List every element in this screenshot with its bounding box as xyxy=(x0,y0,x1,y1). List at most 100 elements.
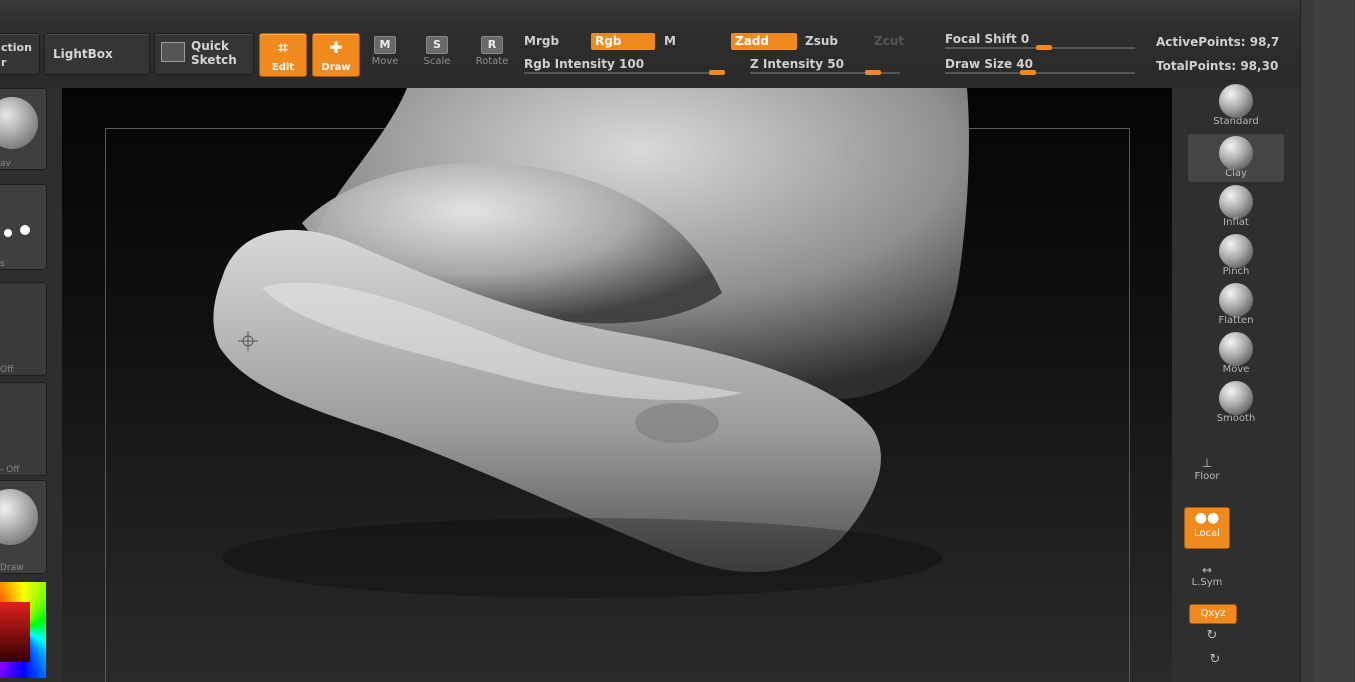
material-sphere-icon xyxy=(0,97,38,149)
brush-material-thumbnail[interactable]: Draw xyxy=(0,480,47,574)
model-shadow xyxy=(222,518,942,598)
texture-thumbnail[interactable]: - Off xyxy=(0,382,47,476)
scale-icon: S xyxy=(426,36,448,54)
qxyz-button[interactable]: Qxyz xyxy=(1189,604,1237,624)
rotate-z-icon[interactable]: ↻ xyxy=(1203,652,1227,670)
brush-label: Standard xyxy=(1213,116,1259,127)
quick-sketch-label-1: Quick xyxy=(191,39,229,53)
standard-brush-icon xyxy=(1219,84,1253,118)
quick-sketch-icon xyxy=(161,42,185,62)
sculpt-model xyxy=(213,88,969,598)
total-points: TotalPoints: 98,30 xyxy=(1156,59,1279,73)
move-icon: M xyxy=(374,36,396,54)
edit-icon: ⌗ xyxy=(278,38,288,57)
flatten-brush-icon xyxy=(1219,283,1253,317)
smooth-brush-icon xyxy=(1219,381,1253,415)
section-sub-label: r xyxy=(1,56,7,69)
brush-move[interactable]: Move xyxy=(1188,330,1284,378)
lightbox-button[interactable]: LightBox xyxy=(44,33,150,75)
color-picker[interactable] xyxy=(0,582,46,678)
z-intensity-knob[interactable] xyxy=(865,70,881,75)
quick-sketch-button[interactable]: Quick Sketch xyxy=(154,33,254,75)
draw-size-knob[interactable] xyxy=(1020,70,1036,75)
rgb-intensity-slider[interactable]: Rgb Intensity 100 xyxy=(524,57,644,71)
brush-inflat[interactable]: Inflat xyxy=(1188,183,1284,231)
section-label: ction xyxy=(1,41,32,54)
edit-label: Edit xyxy=(271,62,295,73)
left-caption-3: - Off xyxy=(0,465,20,475)
left-caption-1: s xyxy=(0,259,5,269)
material-sphere-icon-2 xyxy=(0,489,38,545)
color-swatch xyxy=(0,602,30,662)
brush-smooth[interactable]: Smooth xyxy=(1188,379,1284,427)
zcut-toggle[interactable]: Zcut xyxy=(874,34,904,48)
brush-pinch[interactable]: Pinch xyxy=(1188,232,1284,280)
brush-label: Clay xyxy=(1225,168,1247,179)
floor-icon: ⊥ xyxy=(1201,456,1213,470)
focal-shift-knob[interactable] xyxy=(1036,45,1052,50)
brush-label: Smooth xyxy=(1216,413,1256,424)
inflat-brush-icon xyxy=(1219,185,1253,219)
alpha-thumbnail[interactable]: Off xyxy=(0,282,47,376)
left-caption-2: Off xyxy=(0,365,14,375)
lsym-icon: ↔ xyxy=(1201,563,1213,577)
draw-size-slider[interactable]: Draw Size 40 xyxy=(945,57,1033,71)
move-button[interactable]: M Move xyxy=(365,32,405,76)
dots-icon xyxy=(4,229,12,237)
rotate-label: Rotate xyxy=(475,56,509,67)
local-icon: ●● xyxy=(1194,510,1220,526)
local-label: Local xyxy=(1194,528,1220,539)
brush-flatten[interactable]: Flatten xyxy=(1188,281,1284,329)
draw-button[interactable]: ✚ Draw xyxy=(312,33,360,77)
lsym-button[interactable]: ↔ L.Sym xyxy=(1187,563,1227,597)
mrgb-toggle[interactable]: Mrgb xyxy=(524,34,559,48)
top-toolbar: ction r LightBox Quick Sketch ⌗ Edit ✚ D… xyxy=(0,0,1300,88)
rotate-y-icon[interactable]: ↻ xyxy=(1200,628,1224,646)
scale-label: Scale xyxy=(423,56,451,67)
lsym-label: L.Sym xyxy=(1191,577,1223,588)
floor-label: Floor xyxy=(1194,471,1220,482)
rgb-intensity-track[interactable] xyxy=(524,72,724,74)
model-heel-dimple xyxy=(635,403,719,443)
floor-button[interactable]: ⊥ Floor xyxy=(1187,455,1227,495)
stroke-thumbnail[interactable]: s xyxy=(0,184,47,270)
local-button[interactable]: ●● Local xyxy=(1184,507,1230,549)
draw-icon: ✚ xyxy=(329,38,343,57)
focal-shift-slider[interactable]: Focal Shift 0 xyxy=(945,32,1029,46)
move-label: Move xyxy=(371,56,399,67)
qxyz-label: Qxyz xyxy=(1200,608,1226,619)
right-dock-inner xyxy=(1313,0,1353,682)
z-intensity-slider[interactable]: Z Intensity 50 xyxy=(750,57,844,71)
zadd-toggle[interactable]: Zadd xyxy=(731,33,797,50)
quick-sketch-label-2: Sketch xyxy=(191,53,237,67)
left-caption-4: Draw xyxy=(0,563,24,573)
brush-clay[interactable]: Clay xyxy=(1188,134,1284,182)
zsub-toggle[interactable]: Zsub xyxy=(805,34,838,48)
left-panel: av s Off - Off Draw xyxy=(0,88,62,682)
active-points: ActivePoints: 98,7 xyxy=(1156,35,1280,49)
brush-label: Pinch xyxy=(1222,266,1250,277)
scale-button[interactable]: S Scale xyxy=(417,32,457,76)
rotate-button[interactable]: R Rotate xyxy=(472,32,512,76)
edit-button[interactable]: ⌗ Edit xyxy=(259,33,307,77)
move-brush-icon xyxy=(1219,332,1253,366)
rotate-icon: R xyxy=(481,36,503,54)
rgb-intensity-knob[interactable] xyxy=(709,70,725,75)
rgb-toggle[interactable]: Rgb xyxy=(591,33,655,50)
material-thumbnail[interactable]: av xyxy=(0,88,47,170)
draw-size-track[interactable] xyxy=(945,72,1135,74)
pinch-brush-icon xyxy=(1219,234,1253,268)
brush-label: Flatten xyxy=(1218,315,1254,326)
brush-label: Move xyxy=(1222,364,1250,375)
section-button[interactable]: ction r xyxy=(0,33,40,75)
brush-label: Inflat xyxy=(1223,217,1249,228)
lightbox-label: LightBox xyxy=(53,47,113,61)
m-toggle[interactable]: M xyxy=(664,34,676,48)
left-caption-0: av xyxy=(0,159,11,169)
right-dock xyxy=(1300,0,1355,682)
sculpt-canvas[interactable] xyxy=(62,88,1172,682)
draw-label: Draw xyxy=(321,62,351,73)
brush-standard[interactable]: Standard xyxy=(1188,82,1284,130)
dots-icon-2 xyxy=(20,225,30,235)
clay-brush-icon xyxy=(1219,136,1253,170)
